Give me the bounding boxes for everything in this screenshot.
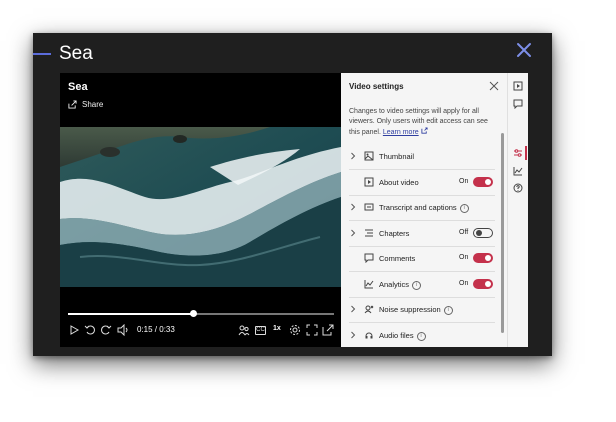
- chevron-right-icon[interactable]: [350, 152, 356, 160]
- fullscreen-icon[interactable]: [306, 324, 318, 336]
- info-icon[interactable]: i: [459, 203, 469, 213]
- chevron-right-icon[interactable]: [350, 305, 356, 313]
- volume-icon[interactable]: [117, 324, 129, 336]
- settings-row-label: Comments: [379, 254, 416, 263]
- settings-row-chapters[interactable]: Chapters Off: [341, 221, 497, 246]
- settings-row-label: Transcript and captions i: [379, 203, 469, 213]
- settings-row-comments: Comments On: [341, 246, 497, 271]
- toggle-switch[interactable]: [473, 228, 493, 238]
- toggle-knob: [476, 230, 482, 236]
- comment-rail-icon[interactable]: [513, 99, 523, 109]
- captions-button[interactable]: CC: [255, 326, 266, 335]
- toggle-knob: [485, 255, 491, 261]
- toggle-switch[interactable]: [473, 253, 493, 263]
- panel-close-icon[interactable]: [489, 81, 499, 91]
- share-button[interactable]: Share: [68, 100, 103, 109]
- image-icon: [364, 151, 374, 161]
- settings-row-label: Analytics i: [379, 280, 422, 290]
- settings-rail-icon[interactable]: [513, 148, 523, 158]
- video-icon[interactable]: [513, 81, 523, 91]
- share-label: Share: [82, 100, 104, 109]
- analytics-rail-icon[interactable]: [513, 166, 523, 176]
- rewind-10-icon[interactable]: [84, 324, 96, 336]
- toggle-switch[interactable]: [473, 279, 493, 289]
- rail-active-indicator: [525, 146, 527, 160]
- settings-row-about-video: About video On: [341, 170, 497, 195]
- settings-row-label: Audio files i: [379, 331, 426, 341]
- video-settings-panel: Video settings Changes to video settings…: [341, 73, 507, 347]
- progress-bar[interactable]: [68, 310, 334, 317]
- share-icon: [68, 100, 77, 109]
- play-icon[interactable]: [68, 324, 80, 336]
- info-icon[interactable]: i: [443, 305, 453, 315]
- popout-icon[interactable]: [322, 324, 334, 336]
- title-accent-bar: [33, 53, 51, 55]
- video-player[interactable]: Sea Share 0:15 / 0:33 CC 1x: [60, 73, 341, 347]
- settings-row-label: Chapters: [379, 229, 410, 238]
- settings-icon[interactable]: [289, 324, 301, 336]
- speed-button[interactable]: 1x: [273, 325, 285, 337]
- toggle-knob: [485, 281, 491, 287]
- player-controls: 0:15 / 0:33 CC 1x: [60, 321, 341, 341]
- toggle-switch[interactable]: [473, 177, 493, 187]
- info-icon[interactable]: i: [416, 331, 426, 341]
- comment-icon: [364, 253, 374, 263]
- toggle-state-label: On: [459, 178, 469, 185]
- list-icon: [365, 229, 373, 237]
- forward-10-icon[interactable]: [100, 324, 112, 336]
- captions-icon: [364, 203, 374, 211]
- video-title: Sea: [68, 81, 88, 93]
- chevron-right-icon[interactable]: [350, 229, 356, 237]
- panel-description: Changes to video settings will apply for…: [349, 107, 499, 138]
- external-link-icon: [421, 127, 428, 134]
- settings-row-label: Thumbnail: [379, 152, 415, 161]
- toggle-state-label: Off: [459, 229, 469, 236]
- people-icon[interactable]: [238, 324, 250, 336]
- panel-description-text: Changes to video settings will apply for…: [349, 108, 488, 136]
- panel-scrollbar[interactable]: [501, 133, 504, 333]
- noise-icon: [364, 305, 374, 314]
- info-icon[interactable]: i: [412, 280, 422, 290]
- settings-row-label: About video: [379, 178, 419, 187]
- page-title: Sea: [59, 43, 93, 64]
- video-viewer-window: Sea Sea Share 0:15 / 0:33 CC 1x Video se…: [33, 33, 552, 356]
- play-box-icon: [364, 177, 374, 187]
- chevron-right-icon[interactable]: [350, 203, 356, 211]
- settings-row-transcript-and-captions[interactable]: Transcript and captions i: [341, 195, 497, 220]
- panel-title: Video settings: [349, 82, 404, 91]
- settings-row-noise-suppression[interactable]: Noise suppression i: [341, 297, 497, 322]
- settings-row-thumbnail[interactable]: Thumbnail: [341, 144, 497, 169]
- close-icon[interactable]: [515, 41, 533, 59]
- right-rail: [507, 73, 528, 347]
- settings-row-analytics: Analytics i On: [341, 272, 497, 297]
- video-frame-image: [60, 127, 341, 287]
- toggle-knob: [485, 179, 491, 185]
- chart-icon: [364, 280, 374, 289]
- chevron-right-icon[interactable]: [350, 331, 356, 339]
- help-icon[interactable]: [513, 183, 523, 193]
- progress-thumb[interactable]: [190, 310, 198, 317]
- progress-fill: [68, 313, 194, 315]
- settings-row-audio-files[interactable]: Audio files i: [341, 323, 497, 347]
- learn-more-link[interactable]: Learn more: [383, 129, 419, 136]
- audio-icon: [365, 332, 373, 339]
- settings-row-label: Noise suppression i: [379, 305, 453, 315]
- time-readout: 0:15 / 0:33: [137, 325, 175, 334]
- toggle-state-label: On: [459, 254, 469, 261]
- toggle-state-label: On: [459, 280, 469, 287]
